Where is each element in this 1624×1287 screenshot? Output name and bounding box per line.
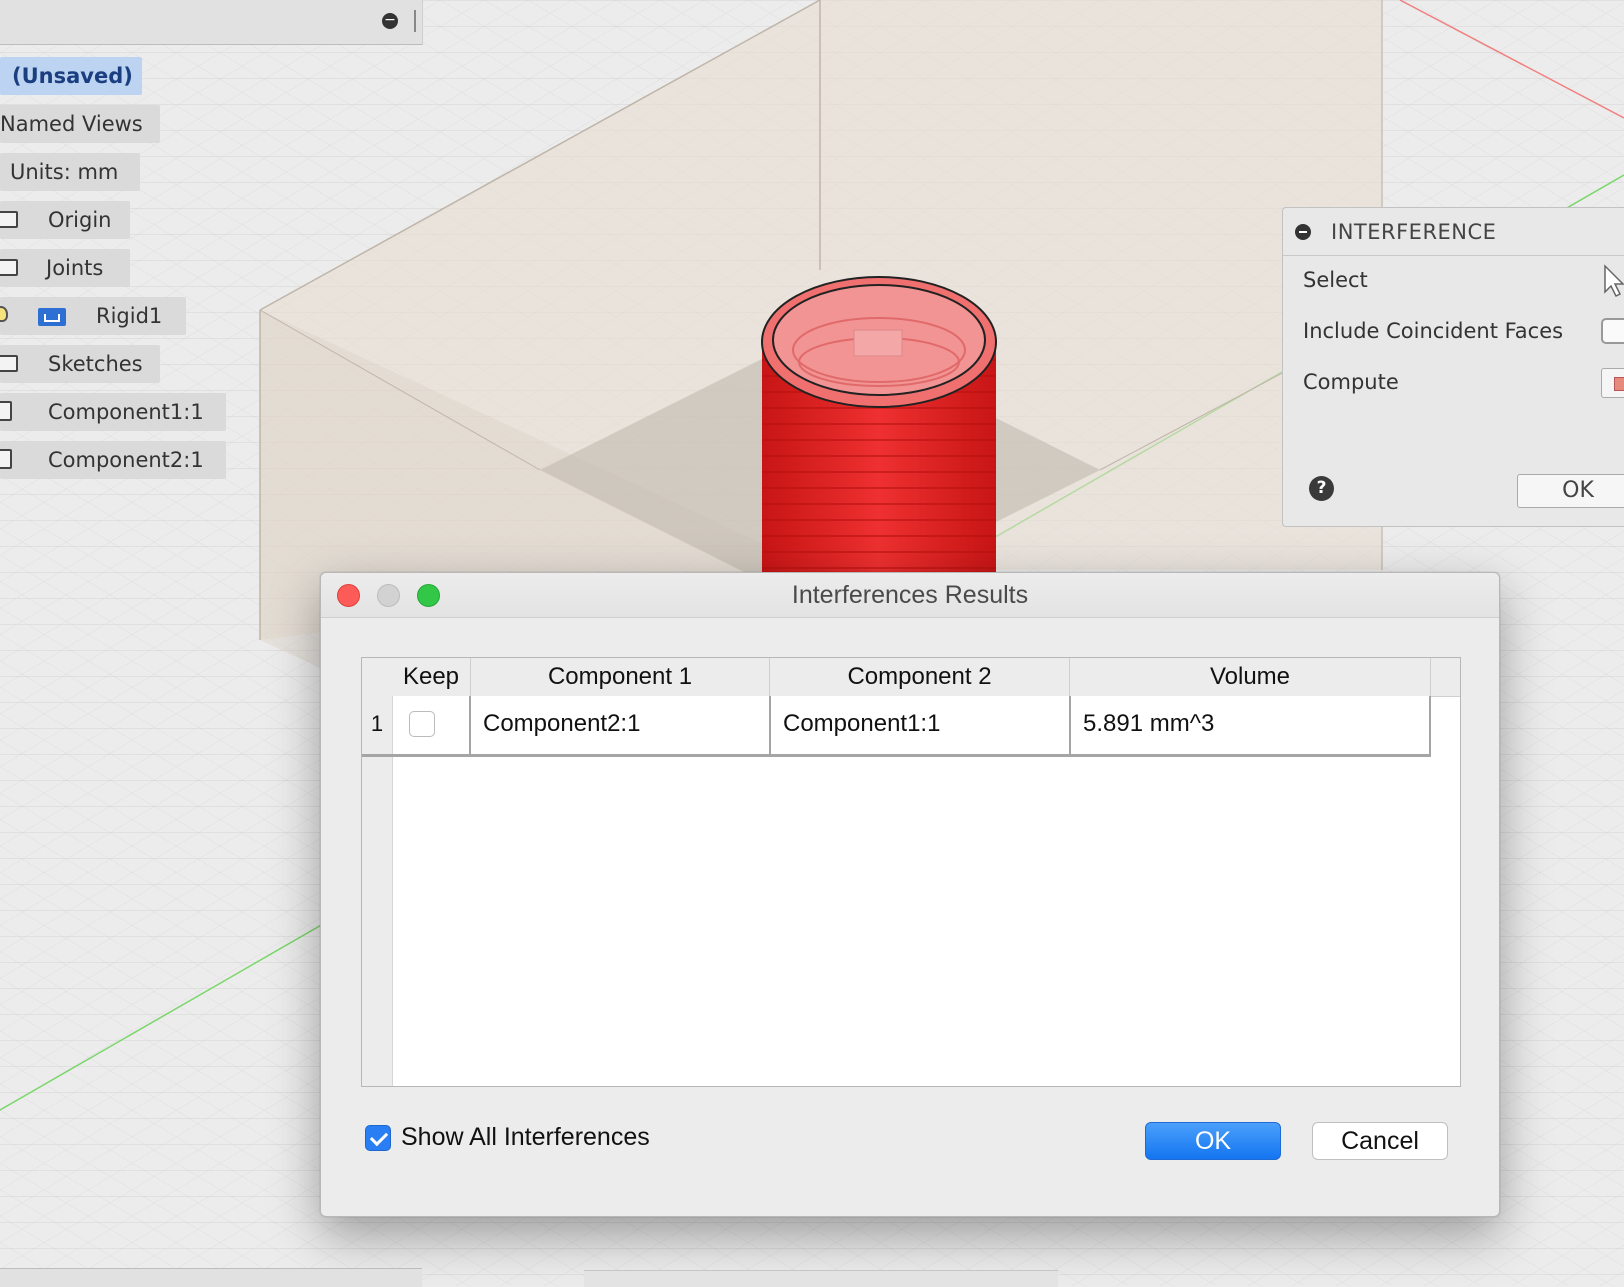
zoom-window-button[interactable]	[417, 584, 440, 607]
column-header-component2[interactable]: Component 2	[770, 658, 1070, 696]
tree-root-label: (Unsaved)	[12, 64, 133, 88]
dialog-title: Interferences Results	[791, 581, 1029, 609]
tree-item-label: Joints	[46, 256, 104, 280]
volume-cell: 5.891 mm^3	[1071, 696, 1431, 754]
tree-item-joints[interactable]: Joints	[0, 249, 130, 287]
column-header-keep[interactable]: Keep	[392, 658, 471, 696]
browser-bottom-edge	[0, 1268, 422, 1287]
navigation-toolbar[interactable]	[584, 1270, 1058, 1287]
tree-item-label: Sketches	[48, 352, 143, 376]
interference-panel-header[interactable]: INTERFERENCE	[1283, 208, 1624, 256]
collapse-browser-icon[interactable]: −	[382, 13, 398, 29]
table-header: Keep Component 1 Component 2 Volume	[362, 658, 1460, 697]
interferences-table: Keep Component 1 Component 2 Volume 1 Co…	[361, 657, 1461, 1087]
keep-cell	[392, 696, 471, 754]
collapse-panel-icon[interactable]	[1295, 223, 1311, 240]
folder-icon	[0, 355, 18, 372]
ok-button[interactable]: OK	[1145, 1122, 1281, 1160]
tree-item-rigid1[interactable]: Rigid1	[0, 297, 186, 335]
component-icon	[0, 449, 12, 469]
interference-panel-title: INTERFERENCE	[1331, 219, 1497, 244]
tree-item-units[interactable]: Units: mm	[0, 153, 140, 191]
close-window-button[interactable]	[337, 584, 360, 607]
pin-grip-icon[interactable]	[414, 10, 416, 32]
include-coincident-faces-label: Include Coincident Faces	[1303, 319, 1564, 343]
folder-icon	[0, 259, 18, 276]
component-icon	[0, 401, 12, 421]
interference-panel: INTERFERENCE Select Include Coincident F…	[1282, 207, 1624, 527]
minimize-window-button[interactable]	[377, 584, 400, 607]
component2-cell: Component1:1	[771, 696, 1071, 754]
column-header-volume[interactable]: Volume	[1070, 658, 1431, 696]
tree-item-origin[interactable]: Origin	[0, 201, 130, 239]
column-header-component1[interactable]: Component 1	[471, 658, 770, 696]
rigid-joint-icon	[38, 308, 66, 326]
show-all-interferences-label: Show All Interferences	[401, 1123, 650, 1151]
interferences-results-dialog: Interferences Results Keep Component 1 C…	[320, 572, 1500, 1217]
tree-item-component2[interactable]: Component2:1	[0, 441, 226, 479]
show-all-interferences-checkbox[interactable]	[365, 1124, 391, 1151]
component1-cell: Component2:1	[471, 696, 771, 754]
tree-item-label: Units: mm	[10, 160, 119, 184]
tree-item-component1[interactable]: Component1:1	[0, 393, 226, 431]
dialog-titlebar[interactable]: Interferences Results	[321, 573, 1499, 618]
show-all-interferences-option[interactable]: Show All Interferences	[365, 1123, 650, 1152]
tree-item-label: Component1:1	[48, 400, 204, 424]
help-icon[interactable]: ?	[1309, 476, 1334, 501]
tree-item-label: Rigid1	[96, 304, 163, 328]
include-coincident-faces-checkbox[interactable]	[1601, 318, 1624, 344]
select-label: Select	[1303, 268, 1368, 292]
folder-icon	[0, 211, 18, 228]
tree-item-named-views[interactable]: Named Views	[0, 105, 160, 143]
lightbulb-icon[interactable]	[0, 306, 8, 322]
tree-root-unsaved[interactable]: (Unsaved)	[0, 57, 142, 95]
compute-button[interactable]	[1601, 368, 1624, 398]
tree-item-label: Named Views	[0, 112, 143, 136]
compute-icon	[1614, 377, 1624, 391]
panel-ok-button[interactable]: OK	[1517, 474, 1624, 508]
tree-item-label: Origin	[48, 208, 112, 232]
tree-item-label: Component2:1	[48, 448, 204, 472]
table-row[interactable]: 1 Component2:1 Component1:1 5.891 mm^3	[362, 696, 1431, 757]
row-number: 1	[362, 696, 392, 754]
tree-item-sketches[interactable]: Sketches	[0, 345, 160, 383]
select-cursor-icon[interactable]	[1601, 262, 1624, 303]
compute-label: Compute	[1303, 370, 1399, 394]
keep-checkbox[interactable]	[409, 711, 435, 737]
browser-header: −	[0, 0, 423, 45]
cancel-button[interactable]: Cancel	[1312, 1122, 1448, 1160]
